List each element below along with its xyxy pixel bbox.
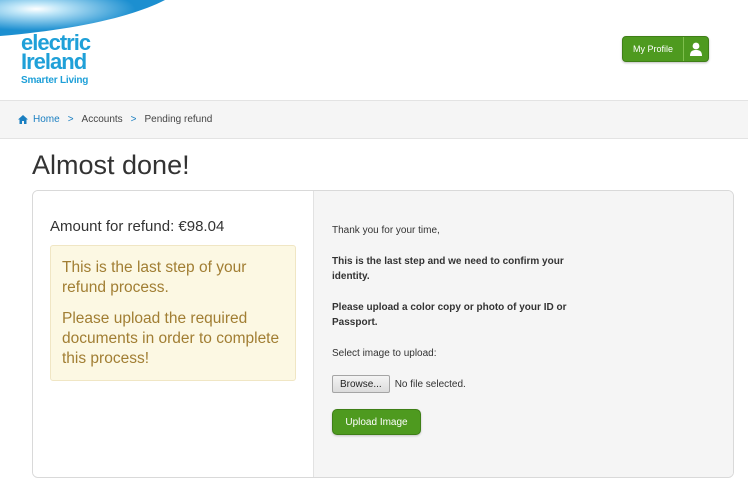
breadcrumb: Home > Accounts > Pending refund <box>0 100 748 139</box>
refund-amount: Amount for refund: €98.04 <box>50 218 225 235</box>
refund-notice-box: This is the last step of your refund pro… <box>50 245 296 381</box>
breadcrumb-home-link[interactable]: Home <box>18 114 60 125</box>
breadcrumb-item-accounts[interactable]: Accounts <box>82 114 123 125</box>
home-icon <box>18 115 28 124</box>
electric-ireland-logo[interactable]: electric Ireland Smarter Living <box>21 32 121 87</box>
confirm-identity-text: This is the last step and we need to con… <box>332 256 564 282</box>
page-title: Almost done! <box>32 150 190 180</box>
site-header: electric Ireland Smarter Living My Profi… <box>0 0 748 100</box>
upload-column: Thank you for your time, This is the las… <box>314 191 733 477</box>
user-icon <box>684 37 708 61</box>
breadcrumb-home-label: Home <box>33 114 60 125</box>
notice-text-upload-docs: Please upload the required documents in … <box>62 310 280 367</box>
upload-image-button[interactable]: Upload Image <box>332 409 421 435</box>
breadcrumb-separator: > <box>130 114 137 125</box>
breadcrumb-separator: > <box>67 114 74 125</box>
breadcrumb-item-pending-refund: Pending refund <box>144 114 213 125</box>
refund-panel: Amount for refund: €98.04 This is the la… <box>32 190 734 478</box>
file-status-text: No file selected. <box>394 378 466 390</box>
notice-text-last-step: This is the last step of your refund pro… <box>62 259 247 296</box>
thanks-text: Thank you for your time, <box>332 225 440 236</box>
logo-word-ireland: Ireland <box>21 49 87 74</box>
logo-tagline: Smarter Living <box>21 75 89 86</box>
my-profile-label: My Profile <box>633 44 674 54</box>
file-input: Browse... No file selected. <box>332 375 715 393</box>
select-image-label: Select image to upload: <box>332 348 437 359</box>
refund-summary-column: Amount for refund: €98.04 This is the la… <box>33 191 314 477</box>
browse-button[interactable]: Browse... <box>332 375 390 393</box>
my-profile-button[interactable]: My Profile <box>622 36 709 62</box>
upload-instructions-text: Please upload a color copy or photo of y… <box>332 302 567 328</box>
